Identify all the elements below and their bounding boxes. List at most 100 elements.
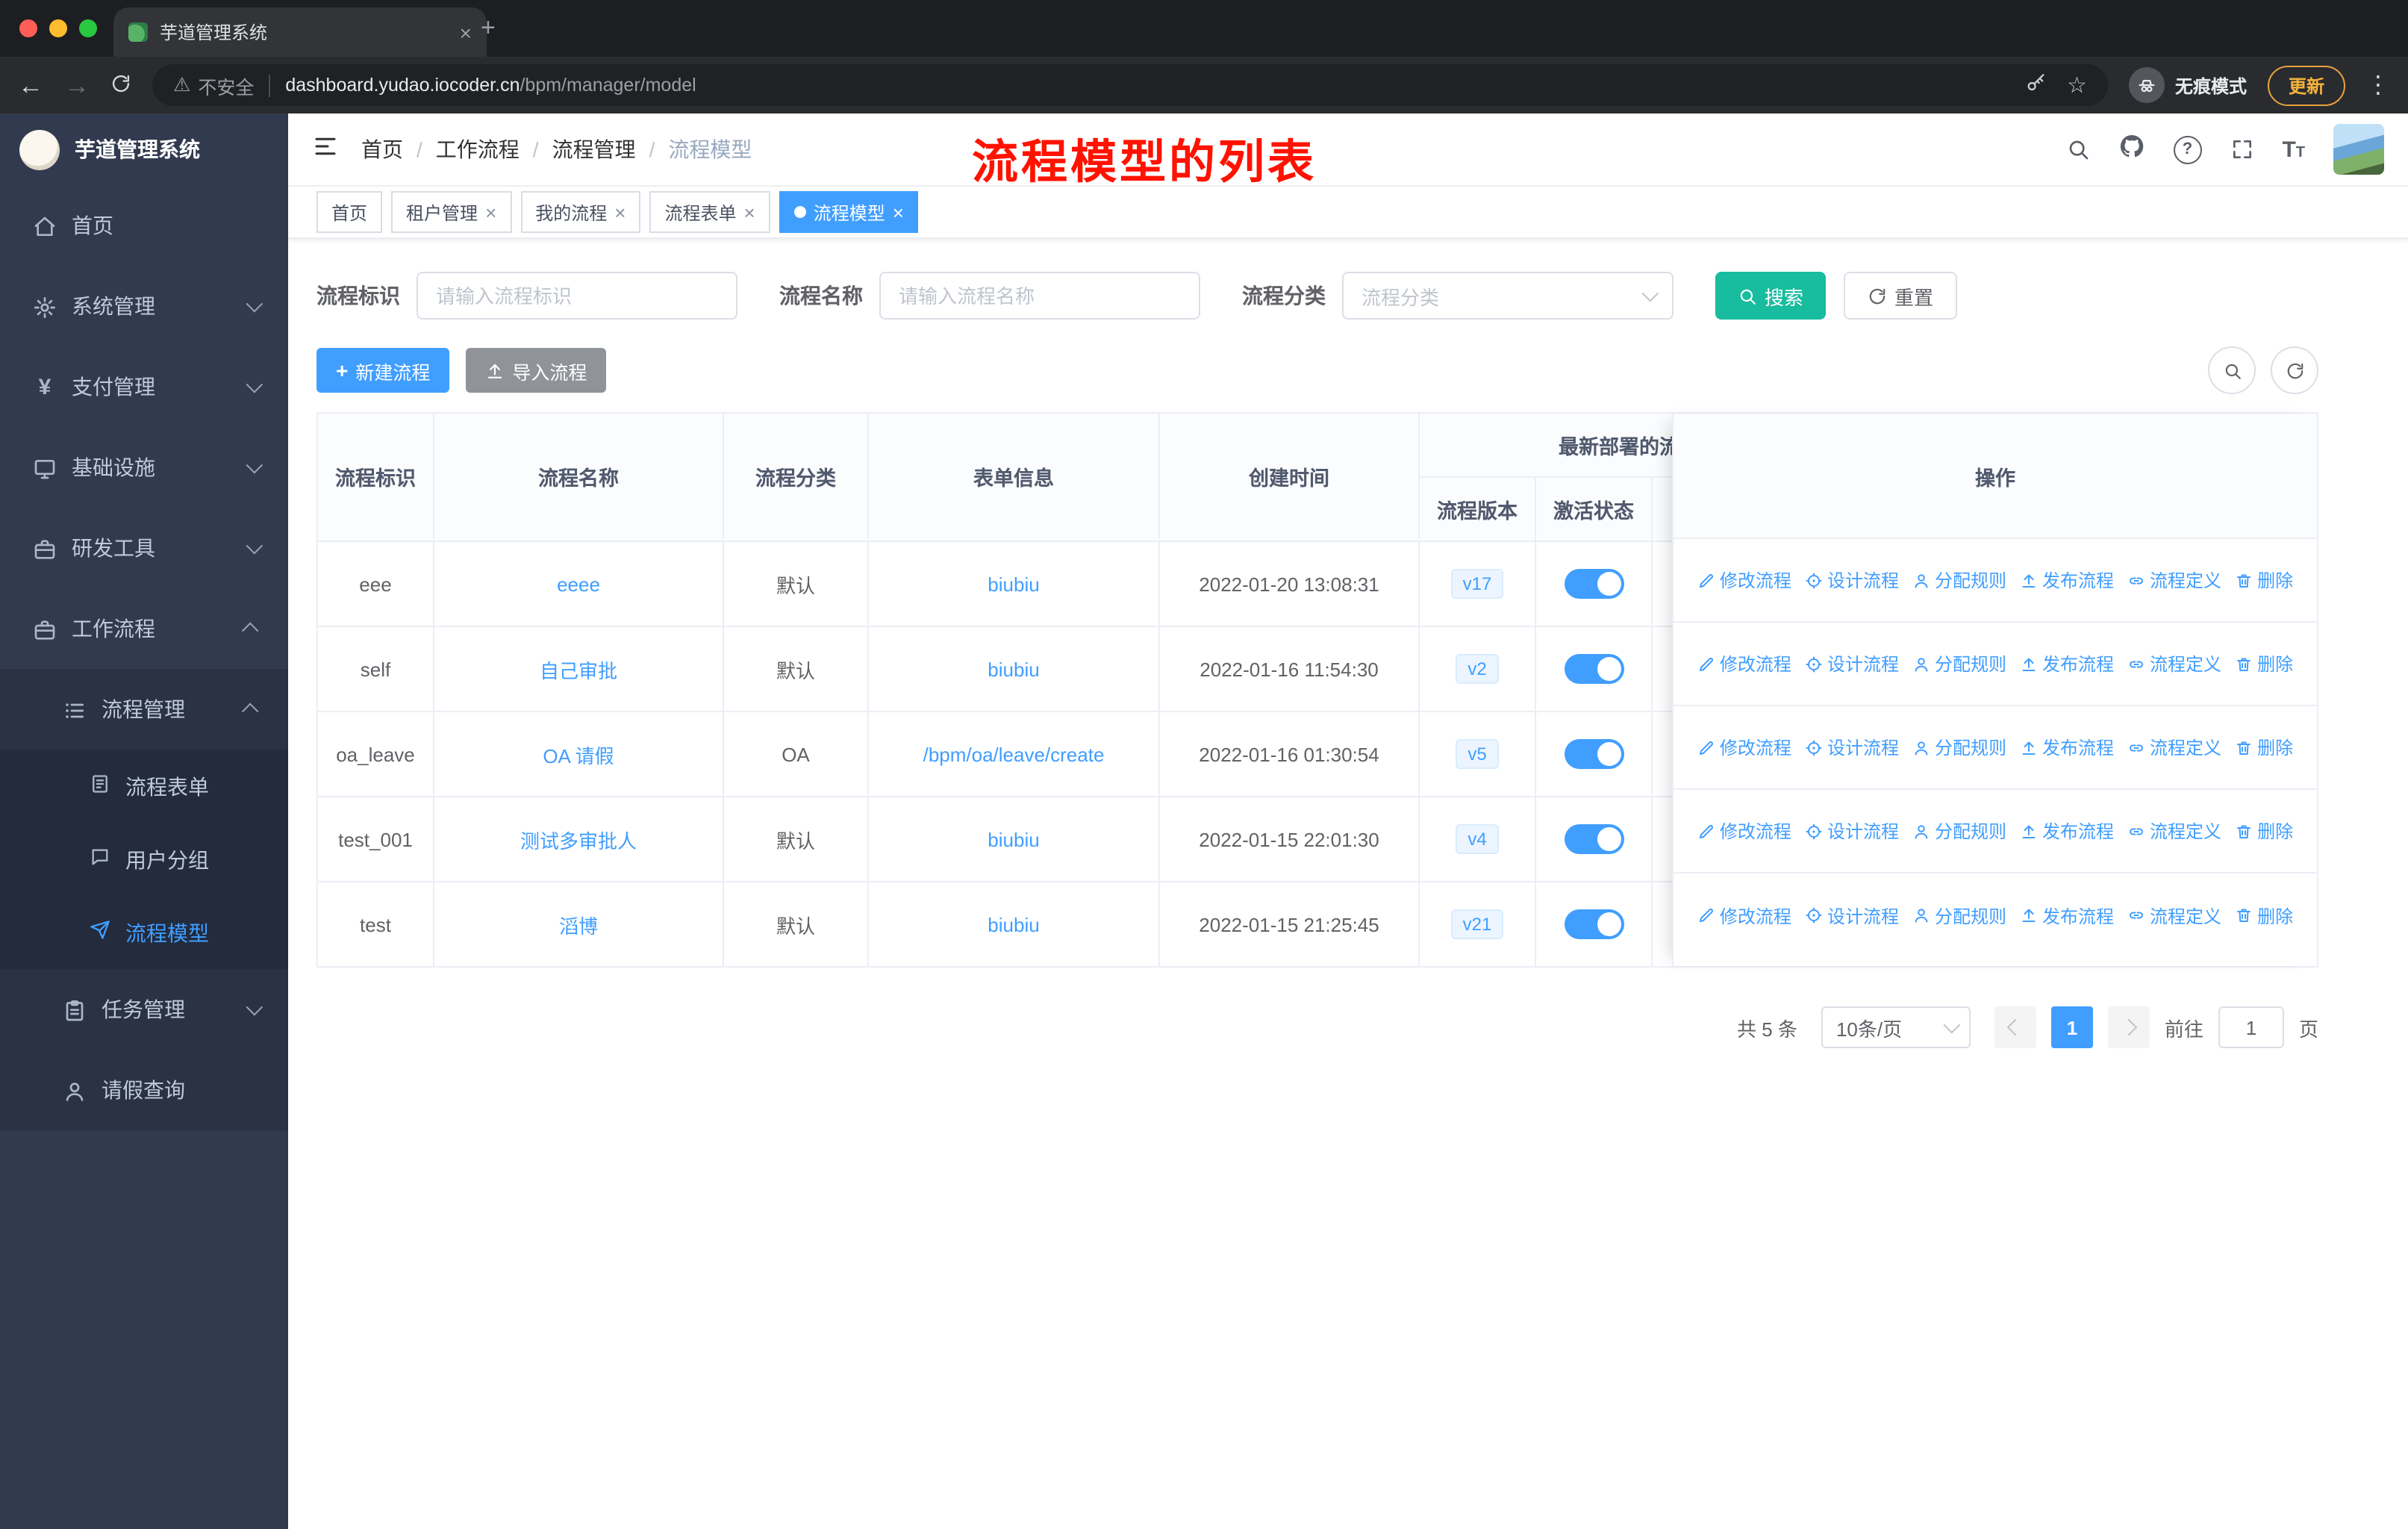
forward-icon[interactable]: →: [64, 72, 90, 98]
tag-my-process[interactable]: 我的流程 ×: [520, 191, 641, 233]
close-window-button[interactable]: [19, 19, 37, 37]
tag-process-form[interactable]: 流程表单 ×: [649, 191, 770, 233]
status-toggle[interactable]: [1564, 824, 1623, 854]
reset-button[interactable]: 重置: [1844, 272, 1958, 320]
close-icon[interactable]: ×: [485, 202, 496, 222]
action-publish[interactable]: 发布流程: [2020, 903, 2114, 928]
action-delete[interactable]: 删除: [2235, 567, 2293, 593]
form-info-link[interactable]: biubiu: [988, 828, 1039, 850]
sidebar-item-infrastructure[interactable]: 基础设施: [0, 427, 288, 508]
new-tab-button[interactable]: +: [481, 15, 496, 40]
action-assign-rule[interactable]: 分配规则: [1912, 735, 2006, 760]
process-name-link[interactable]: OA 请假: [543, 740, 614, 768]
action-design[interactable]: 设计流程: [1805, 567, 1899, 593]
action-assign-rule[interactable]: 分配规则: [1912, 903, 2006, 928]
action-definition[interactable]: 流程定义: [2127, 735, 2221, 760]
reload-icon[interactable]: [110, 72, 131, 98]
breadcrumb-home[interactable]: 首页: [361, 134, 403, 164]
action-publish[interactable]: 发布流程: [2020, 735, 2114, 760]
create-process-button[interactable]: + 新建流程: [316, 348, 450, 393]
sidebar-item-workflow[interactable]: 工作流程: [0, 588, 288, 669]
process-category-select[interactable]: 流程分类: [1342, 272, 1674, 320]
sidebar-item-process-form[interactable]: 流程表单: [0, 750, 288, 823]
form-info-link[interactable]: biubiu: [988, 573, 1039, 595]
sidebar-fold-icon[interactable]: [312, 132, 339, 166]
action-assign-rule[interactable]: 分配规则: [1912, 567, 2006, 593]
minimize-window-button[interactable]: [49, 19, 67, 37]
breadcrumb-process-management[interactable]: 流程管理: [552, 134, 636, 164]
goto-page-input[interactable]: [2218, 1006, 2284, 1048]
sidebar-item-process-model[interactable]: 流程模型: [0, 896, 288, 969]
process-name-link[interactable]: 测试多审批人: [520, 825, 637, 853]
action-edit[interactable]: 修改流程: [1697, 903, 1791, 928]
tag-process-model[interactable]: 流程模型 ×: [779, 191, 919, 233]
sidebar-item-system[interactable]: 系统管理: [0, 266, 288, 346]
action-edit[interactable]: 修改流程: [1697, 818, 1791, 844]
font-size-icon[interactable]: TT: [2282, 137, 2305, 162]
browser-tab[interactable]: 芋道管理系统 ×: [113, 7, 487, 57]
action-design[interactable]: 设计流程: [1805, 651, 1899, 676]
help-icon[interactable]: ?: [2173, 135, 2202, 164]
next-page-button[interactable]: [2107, 1006, 2150, 1048]
form-info-link[interactable]: biubiu: [988, 658, 1039, 680]
close-icon[interactable]: ×: [893, 202, 904, 222]
action-definition[interactable]: 流程定义: [2127, 651, 2221, 676]
action-delete[interactable]: 删除: [2235, 818, 2293, 844]
search-icon[interactable]: [2065, 136, 2089, 163]
sidebar-item-payment[interactable]: ¥ 支付管理: [0, 346, 288, 427]
breadcrumb-workflow[interactable]: 工作流程: [436, 134, 520, 164]
process-name-link[interactable]: eeee: [557, 573, 600, 595]
action-definition[interactable]: 流程定义: [2127, 903, 2221, 928]
sidebar-item-task-management[interactable]: 任务管理: [0, 969, 288, 1050]
action-design[interactable]: 设计流程: [1805, 903, 1899, 928]
action-publish[interactable]: 发布流程: [2020, 567, 2114, 593]
back-icon[interactable]: ←: [18, 72, 43, 98]
address-bar[interactable]: ⚠ 不安全 dashboard.yudao.iocoder.cn /bpm/ma…: [152, 64, 2108, 106]
action-design[interactable]: 设计流程: [1805, 735, 1899, 760]
sidebar-item-home[interactable]: 首页: [0, 185, 288, 266]
action-definition[interactable]: 流程定义: [2127, 818, 2221, 844]
prev-page-button[interactable]: [1994, 1006, 2036, 1048]
page-size-select[interactable]: 10条/页: [1821, 1006, 1971, 1048]
current-page[interactable]: 1: [2050, 1006, 2093, 1048]
status-toggle[interactable]: [1564, 654, 1623, 684]
process-name-link[interactable]: 自己审批: [540, 655, 617, 683]
action-delete[interactable]: 删除: [2235, 903, 2293, 928]
form-info-link[interactable]: biubiu: [988, 913, 1039, 935]
refresh-table-button[interactable]: [2271, 346, 2318, 394]
action-publish[interactable]: 发布流程: [2020, 651, 2114, 676]
status-toggle[interactable]: [1564, 569, 1623, 599]
tag-tenant-management[interactable]: 租户管理 ×: [391, 191, 512, 233]
tab-close-icon[interactable]: ×: [460, 20, 472, 44]
close-icon[interactable]: ×: [614, 202, 626, 222]
sidebar-item-user-group[interactable]: 用户分组: [0, 823, 288, 896]
sidebar-item-process-management[interactable]: 流程管理: [0, 669, 288, 750]
search-button[interactable]: 搜索: [1715, 272, 1827, 320]
show-search-button[interactable]: [2208, 346, 2256, 394]
fullscreen-icon[interactable]: [2230, 136, 2253, 163]
zoom-window-button[interactable]: [79, 19, 97, 37]
action-definition[interactable]: 流程定义: [2127, 567, 2221, 593]
import-process-button[interactable]: 导入流程: [466, 348, 607, 393]
browser-menu-icon[interactable]: ⋮: [2366, 70, 2390, 100]
tag-home[interactable]: 首页: [316, 191, 383, 233]
process-name-link[interactable]: 滔博: [559, 910, 598, 938]
action-delete[interactable]: 删除: [2235, 651, 2293, 676]
process-id-input[interactable]: [417, 272, 737, 320]
action-edit[interactable]: 修改流程: [1697, 651, 1791, 676]
close-icon[interactable]: ×: [744, 202, 755, 222]
action-delete[interactable]: 删除: [2235, 735, 2293, 760]
github-icon[interactable]: [2118, 132, 2145, 166]
action-assign-rule[interactable]: 分配规则: [1912, 818, 2006, 844]
sidebar-item-devtools[interactable]: 研发工具: [0, 508, 288, 588]
action-publish[interactable]: 发布流程: [2020, 818, 2114, 844]
action-edit[interactable]: 修改流程: [1697, 735, 1791, 760]
sidebar-item-leave-query[interactable]: 请假查询: [0, 1050, 288, 1130]
bookmark-star-icon[interactable]: ☆: [2067, 72, 2087, 99]
password-key-icon[interactable]: [2025, 72, 2046, 98]
browser-update-button[interactable]: 更新: [2267, 65, 2345, 105]
status-toggle[interactable]: [1564, 739, 1623, 769]
action-edit[interactable]: 修改流程: [1697, 567, 1791, 593]
form-info-link[interactable]: /bpm/oa/leave/create: [923, 743, 1105, 765]
process-name-input[interactable]: [879, 272, 1200, 320]
